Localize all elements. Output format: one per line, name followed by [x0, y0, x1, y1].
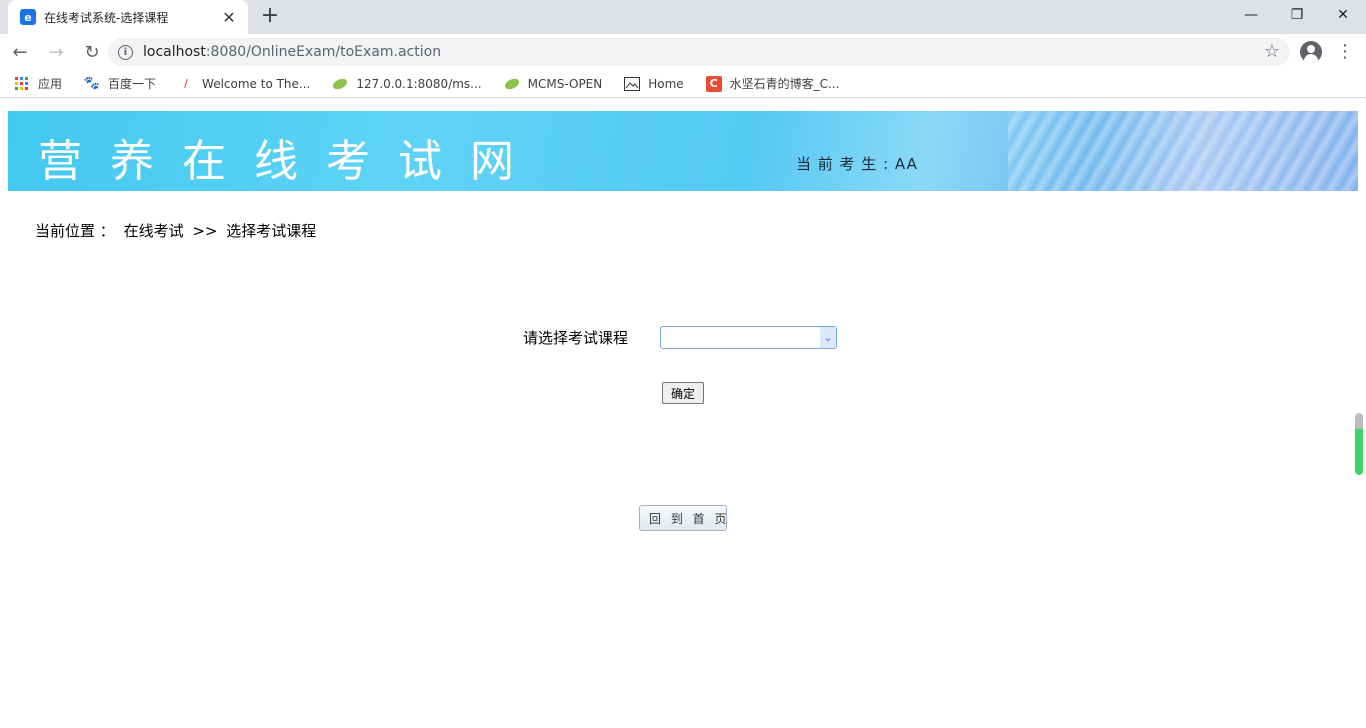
- restore-icon[interactable]: ❐: [1274, 0, 1320, 30]
- spring-leaf-icon: [332, 76, 348, 92]
- bookmark-label: 百度一下: [108, 77, 157, 91]
- bookmark-label: Home: [648, 76, 684, 91]
- url-path: :8080/OnlineExam/toExam.action: [205, 44, 442, 60]
- breadcrumb: 当前位置 ： 在线考试 >> 选择考试课程: [35, 220, 320, 241]
- forward-icon[interactable]: →: [40, 36, 72, 68]
- course-form-row: 请选择考试课程 ⌄: [523, 326, 838, 349]
- csdn-c-icon: C: [705, 75, 722, 92]
- current-user: 当 前 考 生 : AA: [796, 153, 918, 174]
- bookmarks-bar: 应用 🐾 百度一下 / Welcome to The... 127.0.0.1:…: [0, 70, 1366, 98]
- breadcrumb-current: 选择考试课程: [226, 222, 317, 240]
- site-favicon-icon: e: [20, 9, 36, 25]
- current-user-label: 当 前 考 生 :: [796, 155, 895, 173]
- image-icon: [624, 76, 641, 92]
- site-title: 营养在线考试网: [38, 136, 542, 187]
- back-to-home-button[interactable]: 回 到 首 页: [639, 505, 727, 531]
- reload-icon[interactable]: ↻: [76, 36, 108, 68]
- tab-title: 在线考试系统-选择课程: [44, 10, 169, 25]
- spring-leaf-icon: [504, 76, 520, 92]
- bookmark-baidu[interactable]: 🐾 百度一下: [84, 75, 156, 92]
- back-icon[interactable]: ←: [4, 36, 36, 68]
- bookmark-apps[interactable]: 应用: [14, 75, 62, 92]
- bookmark-csdn[interactable]: C 水坚石青的博客_C...: [705, 75, 840, 92]
- bookmark-label: 127.0.0.1:8080/ms...: [356, 76, 482, 91]
- bookmark-label: 应用: [38, 77, 63, 91]
- close-tab-icon[interactable]: ✕: [220, 8, 238, 27]
- feather-icon: /: [184, 77, 188, 90]
- chevron-down-icon[interactable]: ⌄: [820, 327, 837, 348]
- confirm-button[interactable]: 确定: [662, 382, 704, 404]
- new-tab-button[interactable]: +: [258, 4, 282, 28]
- browser-tab[interactable]: e 在线考试系统-选择课程 ✕: [8, 0, 248, 34]
- bookmark-home[interactable]: Home: [624, 76, 684, 92]
- bookmark-localhost[interactable]: 127.0.0.1:8080/ms...: [332, 76, 482, 92]
- bookmark-label: 水坚石青的博客_C...: [729, 77, 840, 91]
- bookmark-label: Welcome to The...: [202, 76, 311, 91]
- window-controls: — ❐ ✕: [1228, 0, 1366, 30]
- current-user-name: AA: [894, 155, 918, 173]
- tab-strip: e 在线考试系统-选择课程 ✕ + — ❐ ✕: [0, 0, 1366, 34]
- url-text: localhost:8080/OnlineExam/toExam.action: [143, 44, 441, 60]
- side-floating-widget[interactable]: [1355, 413, 1363, 475]
- bookmark-welcome[interactable]: / Welcome to The...: [178, 76, 310, 92]
- more-menu-icon[interactable]: ⋮: [1336, 42, 1354, 62]
- breadcrumb-section: 在线考试: [123, 222, 184, 240]
- info-icon[interactable]: i: [118, 44, 133, 60]
- close-window-icon[interactable]: ✕: [1320, 0, 1366, 30]
- url-host: localhost: [143, 44, 206, 60]
- browser-toolbar: ← → ↻ i localhost:8080/OnlineExam/toExam…: [0, 34, 1366, 70]
- baidu-paw-icon: 🐾: [83, 76, 101, 91]
- breadcrumb-prefix: 当前位置 ：: [35, 222, 115, 240]
- bookmark-star-icon[interactable]: ☆: [1264, 41, 1280, 62]
- bookmark-label: MCMS-OPEN: [527, 76, 603, 91]
- back-to-home-label: 回 到 首 页: [649, 511, 730, 526]
- course-select[interactable]: ⌄: [660, 326, 838, 349]
- address-bar[interactable]: i localhost:8080/OnlineExam/toExam.actio…: [108, 38, 1290, 66]
- apps-grid-icon: [14, 76, 30, 92]
- site-banner: 营养在线考试网 当 前 考 生 : AA: [8, 111, 1358, 191]
- bookmark-mcms[interactable]: MCMS-OPEN: [504, 76, 603, 92]
- profile-avatar-icon[interactable]: [1300, 41, 1322, 63]
- breadcrumb-separator: >>: [192, 222, 218, 240]
- minimize-icon[interactable]: —: [1228, 0, 1274, 30]
- course-select-label: 请选择考试课程: [523, 329, 629, 347]
